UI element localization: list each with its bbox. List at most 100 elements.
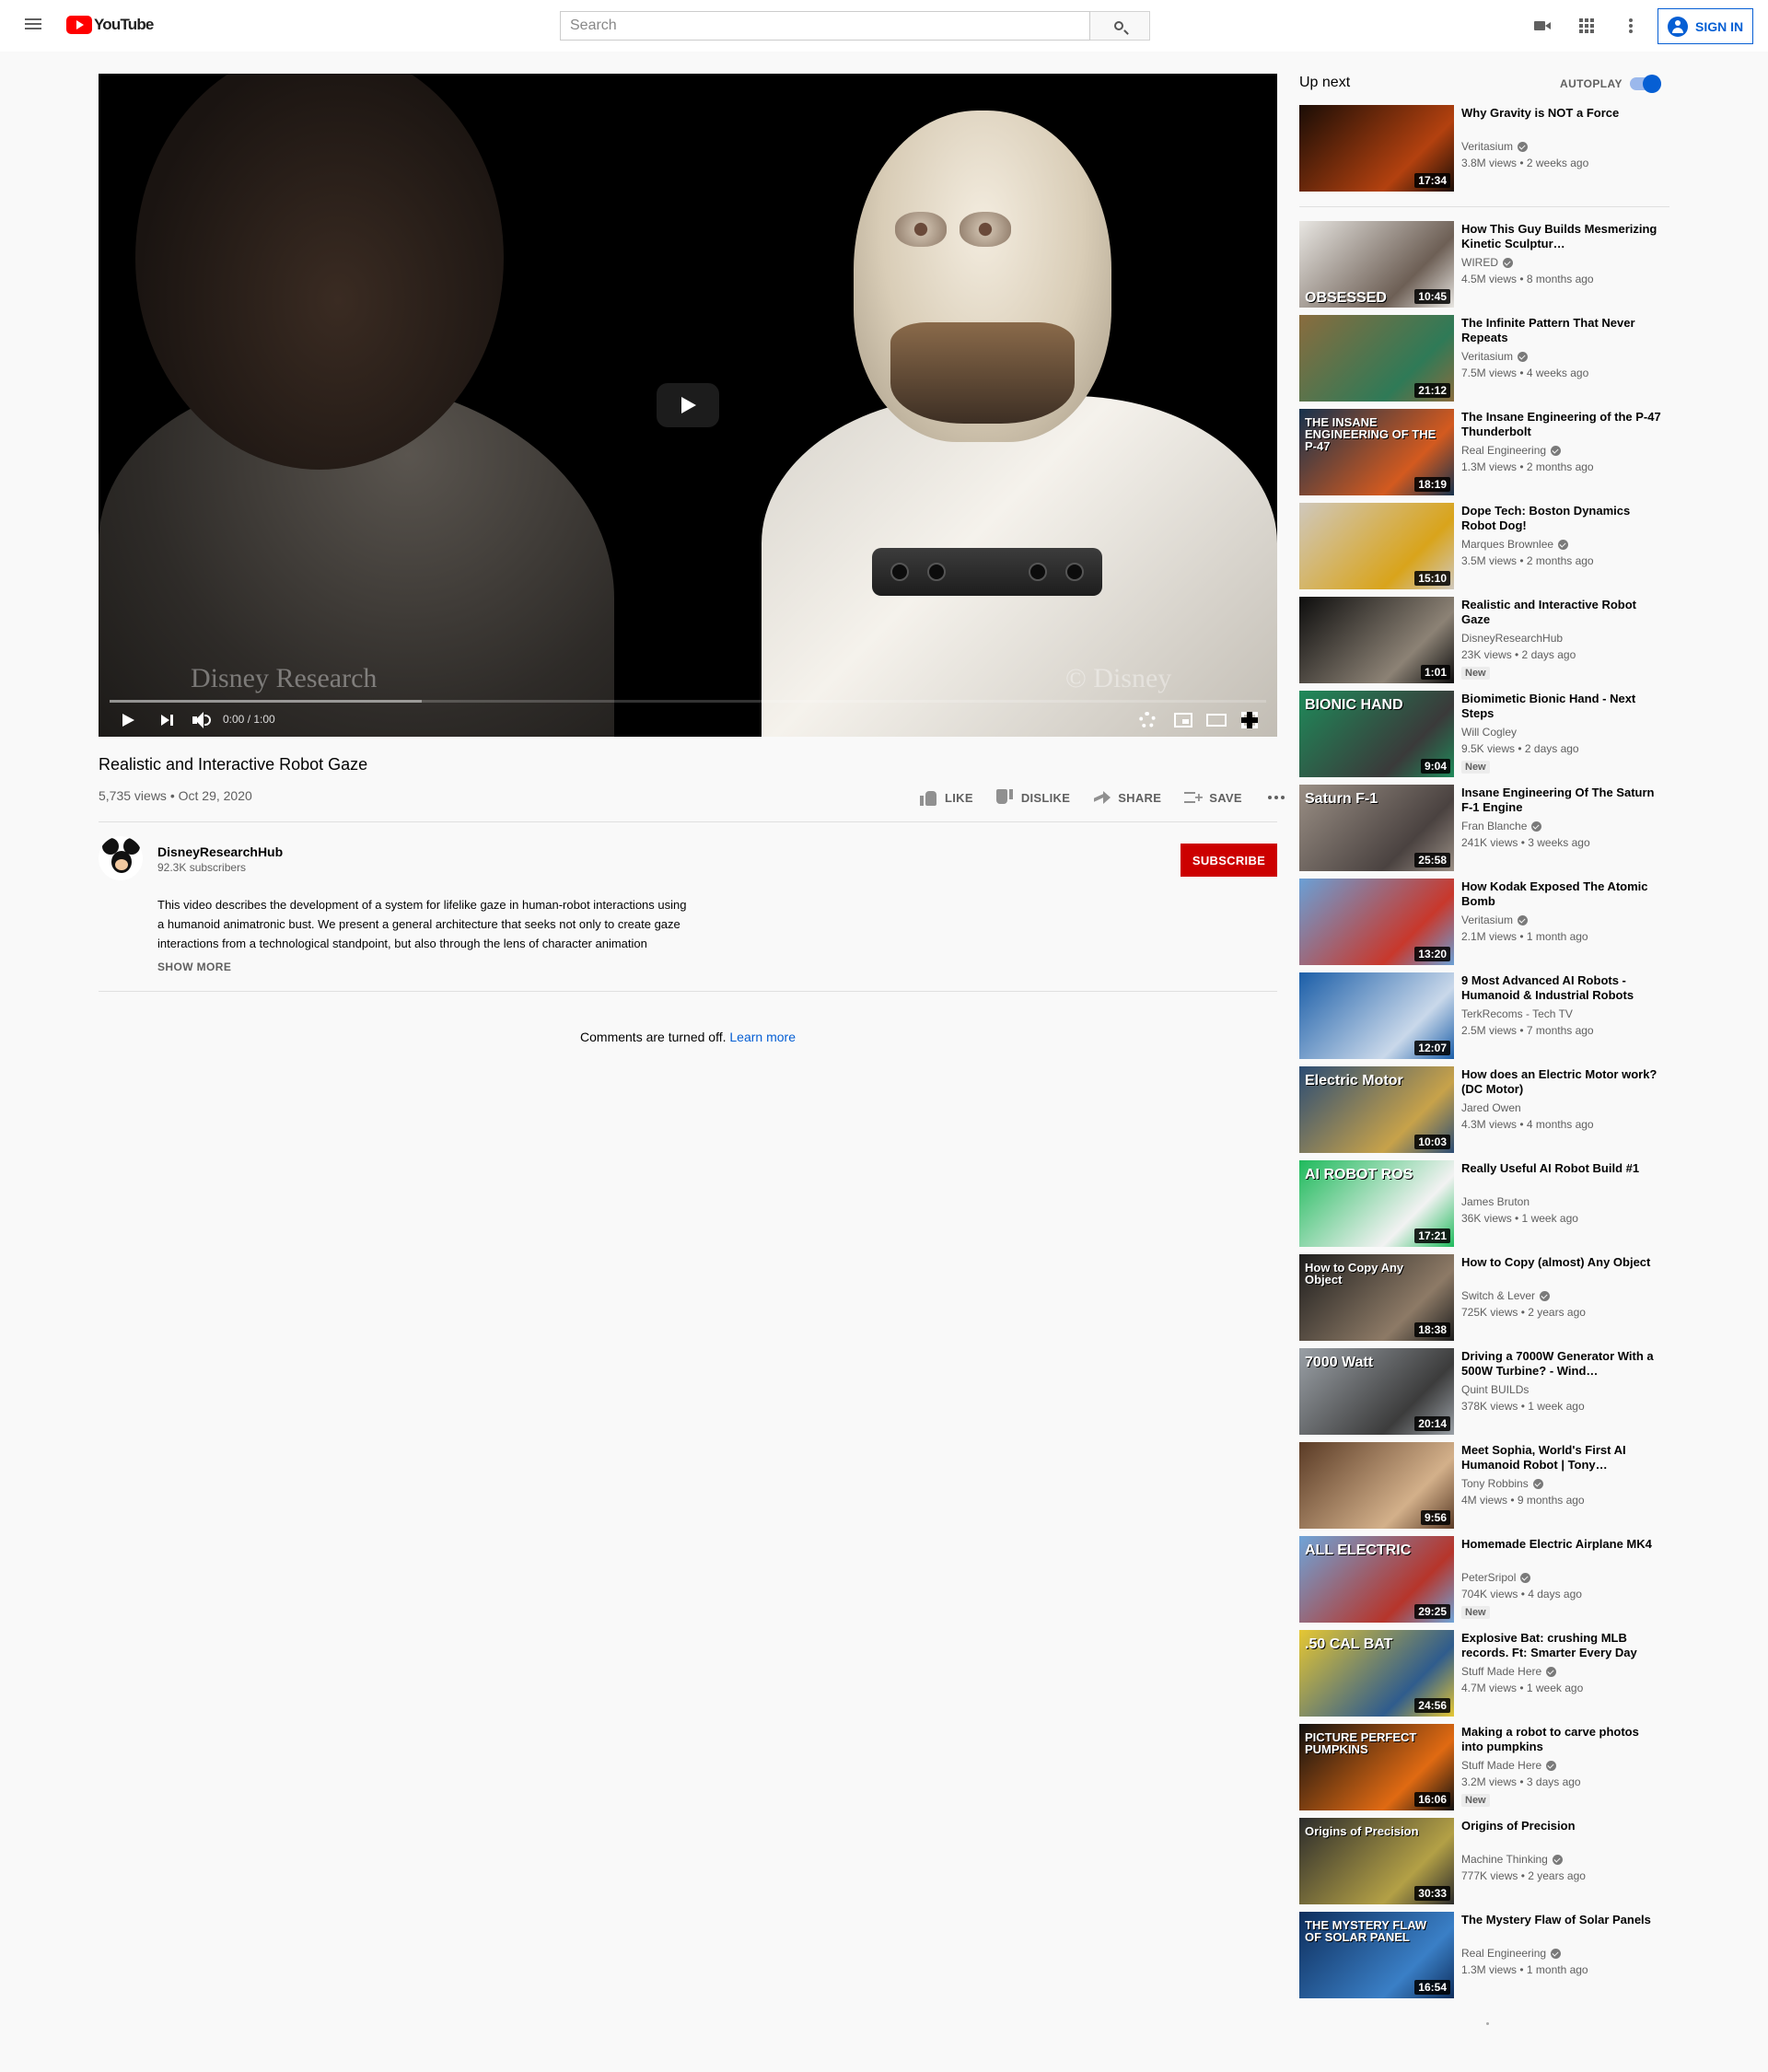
video-thumbnail[interactable]: 21:12: [1299, 315, 1454, 402]
channel-link[interactable]: Veritasium: [1461, 914, 1529, 926]
video-title-link[interactable]: Really Useful AI Robot Build #1: [1461, 1161, 1662, 1176]
subscribe-button[interactable]: SUBSCRIBE: [1181, 844, 1277, 877]
channel-link[interactable]: Stuff Made Here: [1461, 1665, 1557, 1678]
recommended-video[interactable]: 15:10 Dope Tech: Boston Dynamics Robot Do…: [1299, 503, 1669, 589]
youtube-logo[interactable]: YouTube: [66, 16, 154, 34]
channel-link[interactable]: Marques Brownlee: [1461, 538, 1569, 551]
video-thumbnail[interactable]: Saturn F-1 25:58: [1299, 785, 1454, 871]
theater-mode-icon[interactable]: [1206, 714, 1227, 727]
volume-icon[interactable]: [191, 709, 213, 731]
recommended-video[interactable]: 9:56 Meet Sophia, World's First AI Humano…: [1299, 1442, 1669, 1529]
recommended-video[interactable]: Electric Motor 10:03 How does an Electric …: [1299, 1066, 1669, 1153]
large-play-button[interactable]: [657, 383, 719, 427]
video-title-link[interactable]: Driving a 7000W Generator With a 500W Tu…: [1461, 1349, 1662, 1379]
show-more-button[interactable]: SHOW MORE: [157, 960, 231, 973]
dislike-button[interactable]: DISLIKE: [995, 786, 1070, 809]
miniplayer-icon[interactable]: [1174, 713, 1192, 728]
search-input[interactable]: [561, 12, 1089, 40]
recommended-video[interactable]: THE MYSTERY FLAW OF SOLAR PANEL 16:54 The …: [1299, 1912, 1669, 1998]
video-title-link[interactable]: How to Copy (almost) Any Object: [1461, 1255, 1662, 1270]
channel-link[interactable]: Real Engineering: [1461, 1947, 1562, 1960]
settings-kebab-icon[interactable]: [1620, 17, 1642, 39]
channel-link[interactable]: Tony Robbins: [1461, 1477, 1543, 1490]
video-thumbnail[interactable]: 15:10: [1299, 503, 1454, 589]
video-title-link[interactable]: Dope Tech: Boston Dynamics Robot Dog!: [1461, 504, 1662, 533]
channel-link[interactable]: DisneyResearchHub: [1461, 632, 1563, 645]
recommended-video[interactable]: Saturn F-1 25:58 Insane Engineering Of The…: [1299, 785, 1669, 871]
channel-link[interactable]: Machine Thinking: [1461, 1853, 1563, 1866]
channel-link[interactable]: Real Engineering: [1461, 444, 1562, 457]
video-thumbnail[interactable]: BIONIC HAND 9:04: [1299, 691, 1454, 777]
video-title-link[interactable]: How does an Electric Motor work? (DC Mot…: [1461, 1067, 1662, 1097]
settings-gear-icon[interactable]: [1139, 712, 1156, 728]
channel-name[interactable]: DisneyResearchHub: [157, 844, 283, 859]
progress-bar[interactable]: [110, 700, 1266, 703]
recommended-video[interactable]: How to Copy Any Object 18:38 How to Copy (…: [1299, 1254, 1669, 1341]
recommended-video[interactable]: 7000 Watt 20:14 Driving a 7000W Generator …: [1299, 1348, 1669, 1435]
apps-icon[interactable]: [1576, 15, 1598, 37]
menu-icon[interactable]: [22, 16, 44, 38]
channel-link[interactable]: Will Cogley: [1461, 726, 1517, 739]
video-thumbnail[interactable]: How to Copy Any Object 18:38: [1299, 1254, 1454, 1341]
video-title-link[interactable]: Homemade Electric Airplane MK4: [1461, 1537, 1662, 1552]
video-thumbnail[interactable]: PICTURE PERFECT PUMPKINS 16:06: [1299, 1724, 1454, 1810]
video-title-link[interactable]: The Mystery Flaw of Solar Panels: [1461, 1913, 1662, 1927]
like-button[interactable]: LIKE: [919, 786, 973, 809]
recommended-video[interactable]: 21:12 The Infinite Pattern That Never Rep…: [1299, 315, 1669, 402]
video-title-link[interactable]: Origins of Precision: [1461, 1819, 1662, 1833]
sign-in-button[interactable]: SIGN IN: [1658, 8, 1753, 44]
video-title-link[interactable]: Meet Sophia, World's First AI Humanoid R…: [1461, 1443, 1662, 1473]
video-title-link[interactable]: How Kodak Exposed The Atomic Bomb: [1461, 879, 1662, 909]
video-title-link[interactable]: Realistic and Interactive Robot Gaze: [1461, 598, 1662, 627]
create-video-icon[interactable]: [1531, 15, 1553, 37]
video-thumbnail[interactable]: THE INSANE ENGINEERING OF THE P-47 18:19: [1299, 409, 1454, 495]
video-thumbnail[interactable]: 13:20: [1299, 879, 1454, 965]
video-thumbnail[interactable]: Electric Motor 10:03: [1299, 1066, 1454, 1153]
video-title-link[interactable]: The Infinite Pattern That Never Repeats: [1461, 316, 1662, 345]
video-title-link[interactable]: 9 Most Advanced AI Robots - Humanoid & I…: [1461, 973, 1662, 1003]
recommended-video[interactable]: 1:01 Realistic and Interactive Robot Gaze…: [1299, 597, 1669, 683]
channel-link[interactable]: WIRED: [1461, 256, 1513, 269]
channel-link[interactable]: Stuff Made Here: [1461, 1759, 1557, 1772]
next-icon[interactable]: [159, 709, 181, 731]
video-thumbnail[interactable]: 17:34: [1299, 105, 1454, 192]
video-thumbnail[interactable]: 9:56: [1299, 1442, 1454, 1529]
autoplay-toggle[interactable]: [1630, 75, 1661, 93]
video-thumbnail[interactable]: THE MYSTERY FLAW OF SOLAR PANEL 16:54: [1299, 1912, 1454, 1998]
video-thumbnail[interactable]: Origins of Precision 30:33: [1299, 1818, 1454, 1904]
video-player[interactable]: Disney Research © Disney 0:00 / 1:00: [99, 74, 1277, 737]
fullscreen-icon[interactable]: [1241, 712, 1258, 728]
channel-link[interactable]: PeterSripol: [1461, 1571, 1531, 1584]
channel-avatar[interactable]: [99, 836, 143, 880]
share-button[interactable]: SHARE: [1092, 786, 1161, 809]
channel-link[interactable]: Fran Blanche: [1461, 820, 1542, 832]
learn-more-link[interactable]: Learn more: [729, 1030, 796, 1044]
channel-link[interactable]: Veritasium: [1461, 350, 1529, 363]
channel-link[interactable]: Switch & Lever: [1461, 1289, 1551, 1302]
video-title-link[interactable]: The Insane Engineering of the P-47 Thund…: [1461, 410, 1662, 439]
recommended-video[interactable]: ALL ELECTRIC 29:25 Homemade Electric Airpl…: [1299, 1536, 1669, 1623]
recommended-video[interactable]: .50 CAL BAT 24:56 Explosive Bat: crushing …: [1299, 1630, 1669, 1717]
video-title-link[interactable]: Making a robot to carve photos into pump…: [1461, 1725, 1662, 1754]
recommended-video[interactable]: 17:34 Why Gravity is NOT a Force Veritasiu…: [1299, 105, 1669, 192]
recommended-video[interactable]: THE INSANE ENGINEERING OF THE P-47 18:19 T…: [1299, 409, 1669, 495]
search-button[interactable]: [1090, 11, 1150, 41]
video-title-link[interactable]: How This Guy Builds Mesmerizing Kinetic …: [1461, 222, 1662, 251]
recommended-video[interactable]: 12:07 9 Most Advanced AI Robots - Humanoi…: [1299, 972, 1669, 1059]
video-thumbnail[interactable]: OBSESSED 10:45: [1299, 221, 1454, 308]
video-title-link[interactable]: Explosive Bat: crushing MLB records. Ft:…: [1461, 1631, 1662, 1660]
video-thumbnail[interactable]: 12:07: [1299, 972, 1454, 1059]
play-icon[interactable]: [119, 709, 141, 731]
video-thumbnail[interactable]: AI ROBOT ROS 17:21: [1299, 1160, 1454, 1247]
channel-link[interactable]: Quint BUILDs: [1461, 1383, 1529, 1396]
video-thumbnail[interactable]: ALL ELECTRIC 29:25: [1299, 1536, 1454, 1623]
recommended-video[interactable]: 13:20 How Kodak Exposed The Atomic Bomb Ve…: [1299, 879, 1669, 965]
video-thumbnail[interactable]: .50 CAL BAT 24:56: [1299, 1630, 1454, 1717]
channel-link[interactable]: Jared Owen: [1461, 1101, 1521, 1114]
recommended-video[interactable]: OBSESSED 10:45 How This Guy Builds Mesmeri…: [1299, 221, 1669, 308]
recommended-video[interactable]: Origins of Precision 30:33 Origins of Prec…: [1299, 1818, 1669, 1904]
save-button[interactable]: SAVE: [1183, 786, 1242, 809]
video-thumbnail[interactable]: 7000 Watt 20:14: [1299, 1348, 1454, 1435]
channel-link[interactable]: James Bruton: [1461, 1195, 1530, 1208]
recommended-video[interactable]: PICTURE PERFECT PUMPKINS 16:06 Making a ro…: [1299, 1724, 1669, 1810]
